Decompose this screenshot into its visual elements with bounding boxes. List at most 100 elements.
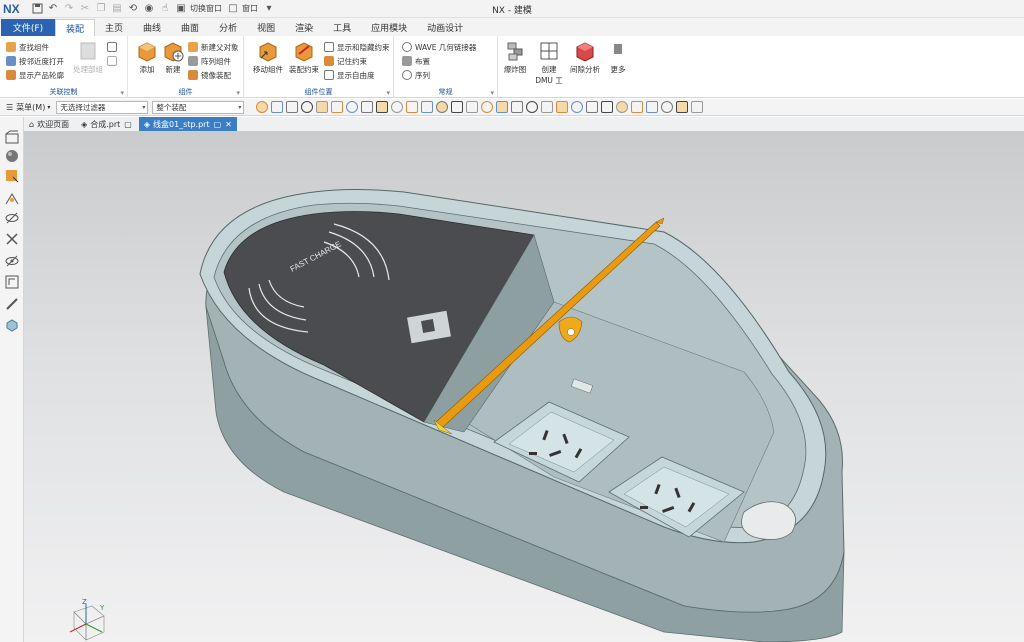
tab-options-icon[interactable]: ▢ [124, 120, 132, 129]
edit-icon[interactable] [615, 101, 628, 113]
orient-icon[interactable] [645, 101, 658, 113]
arc-icon[interactable] [450, 101, 463, 113]
select-icon[interactable] [255, 101, 268, 113]
process-part-button[interactable]: 处理部组 [70, 40, 106, 75]
model-render[interactable]: FAST CHARGE Z Y [24, 132, 1024, 642]
dropdown-icon[interactable]: ▾ [262, 2, 276, 16]
tab-analysis[interactable]: 分析 [209, 19, 247, 36]
shading-icon[interactable] [675, 101, 688, 113]
redo-icon[interactable]: ↷ [62, 2, 76, 16]
cube-icon[interactable] [585, 101, 598, 113]
copy-icon[interactable]: ❐ [94, 2, 108, 16]
file-menu-tab[interactable]: 文件(F) [1, 19, 55, 36]
tab-assembly[interactable]: 装配 [55, 19, 96, 36]
tangent-icon[interactable] [420, 101, 433, 113]
doc-tab-assembly[interactable]: ◈ 合成.prt ▢ [76, 117, 137, 131]
group-expand-icon[interactable]: ▾ [386, 89, 390, 97]
tab-application[interactable]: 应用模块 [361, 19, 417, 36]
measure-icon[interactable] [3, 295, 20, 312]
snap-icon[interactable] [300, 101, 313, 113]
move-component-button[interactable]: 移动组件 [250, 40, 286, 75]
intersect-icon[interactable] [390, 101, 403, 113]
constraint-navigator-icon[interactable] [3, 189, 20, 206]
cut-icon[interactable]: ✂ [78, 2, 92, 16]
new-component-button[interactable]: 新建 [158, 40, 188, 75]
tab-home[interactable]: 主页 [95, 19, 133, 36]
tab-animation[interactable]: 动画设计 [417, 19, 473, 36]
grid-icon[interactable] [555, 101, 568, 113]
save-icon[interactable] [30, 2, 44, 16]
close-icon[interactable] [3, 230, 20, 247]
filter-icon[interactable] [270, 101, 283, 113]
control-point-icon[interactable] [510, 101, 523, 113]
show-hide-constraints-button[interactable]: 显示和隐藏约束 [324, 41, 390, 53]
feature-icon[interactable] [285, 101, 298, 113]
doc-tab-wirebox[interactable]: ◈ 线盒01_stp.prt ▢ ✕ [138, 117, 237, 131]
window-menu-button[interactable]: 窗口 [242, 3, 258, 14]
doc-tab-welcome[interactable]: ⌂ 欢迎页面 [24, 117, 74, 131]
body-icon[interactable] [360, 101, 373, 113]
mirror-assembly-button[interactable]: 镜像装配 [188, 69, 231, 81]
switch-window-icon[interactable]: ▣ [174, 2, 188, 16]
tab-render[interactable]: 渲染 [285, 19, 323, 36]
part-navigator-icon[interactable] [3, 167, 20, 184]
tab-options-icon[interactable]: ▢ [214, 120, 222, 129]
group-expand-icon[interactable]: ▾ [120, 89, 124, 97]
view-icon[interactable] [600, 101, 613, 113]
touch-mode-icon[interactable]: ☝ [158, 2, 172, 16]
group-expand-icon[interactable]: ▾ [236, 89, 240, 97]
line-icon[interactable] [405, 101, 418, 113]
show-product-outline-button[interactable]: 显示产品轮廓 [6, 69, 64, 81]
remember-constraints-button[interactable]: 记住约束 [324, 55, 367, 67]
sketch-icon[interactable] [540, 101, 553, 113]
group-expand-icon[interactable]: ▾ [490, 89, 494, 97]
center-icon[interactable] [435, 101, 448, 113]
tab-tools[interactable]: 工具 [323, 19, 361, 36]
close-tab-icon[interactable]: ✕ [225, 120, 232, 129]
more-button[interactable]: 更多 [606, 40, 630, 75]
tab-curve[interactable]: 曲线 [133, 19, 171, 36]
assembly-constraint-button[interactable]: 装配约束 [286, 40, 322, 75]
tab-view[interactable]: 视图 [247, 19, 285, 36]
exploded-view-button[interactable]: 爆炸图 [500, 40, 530, 75]
existing-point-icon[interactable] [480, 101, 493, 113]
find-component-button[interactable]: 查找组件 [6, 41, 49, 53]
curve-icon[interactable] [330, 101, 343, 113]
reference-icon[interactable] [525, 101, 538, 113]
undo-icon[interactable]: ↶ [46, 2, 60, 16]
window-icon[interactable]: □ [226, 2, 240, 16]
pattern-component-button[interactable]: 阵列组件 [188, 55, 231, 67]
view-icon[interactable]: ◉ [142, 2, 156, 16]
tab-surface[interactable]: 曲面 [171, 19, 209, 36]
arrangement-button[interactable]: 布置 [402, 55, 430, 67]
history-icon[interactable] [3, 273, 20, 290]
midpoint-icon[interactable] [375, 101, 388, 113]
graphics-viewport[interactable]: FAST CHARGE Z Y [24, 132, 1024, 642]
component-nav-icon-2[interactable] [107, 55, 120, 67]
render-style-icon[interactable] [630, 101, 643, 113]
layer-icon[interactable] [660, 101, 673, 113]
selection-filter-dropdown[interactable]: 无选择过滤器 ▾ [56, 100, 149, 114]
roles-icon[interactable] [3, 316, 20, 333]
paste-icon[interactable]: ▤ [110, 2, 124, 16]
component-nav-icon-1[interactable] [107, 41, 120, 53]
endpoint-icon[interactable] [495, 101, 508, 113]
face-icon[interactable] [345, 101, 358, 113]
main-menu-button[interactable]: ☰ 菜单(M) ▾ [0, 102, 56, 113]
open-by-proximity-button[interactable]: 按邻近度打开 [6, 55, 64, 67]
options-icon[interactable] [690, 101, 703, 113]
wave-linker-button[interactable]: WAVE 几何链接器 [402, 41, 476, 53]
eye-hide-icon[interactable] [3, 252, 20, 269]
new-parent-button[interactable]: 新建父对象 [188, 41, 239, 53]
sequence-button[interactable]: 序列 [402, 69, 430, 81]
clearance-analysis-button[interactable]: 间隙分析 [570, 40, 600, 75]
selection-scope-dropdown[interactable]: 整个装配 ▾ [152, 100, 245, 114]
switch-window-button[interactable]: 切换窗口 [190, 3, 222, 14]
repeat-command-icon[interactable]: ⟲ [126, 2, 140, 16]
section-icon[interactable] [570, 101, 583, 113]
assembly-navigator-icon[interactable] [3, 128, 20, 145]
show-dof-button[interactable]: 显示自由度 [324, 69, 375, 81]
quadrant-icon[interactable] [465, 101, 478, 113]
hide-show-icon[interactable] [3, 209, 20, 226]
point-icon[interactable] [315, 101, 328, 113]
